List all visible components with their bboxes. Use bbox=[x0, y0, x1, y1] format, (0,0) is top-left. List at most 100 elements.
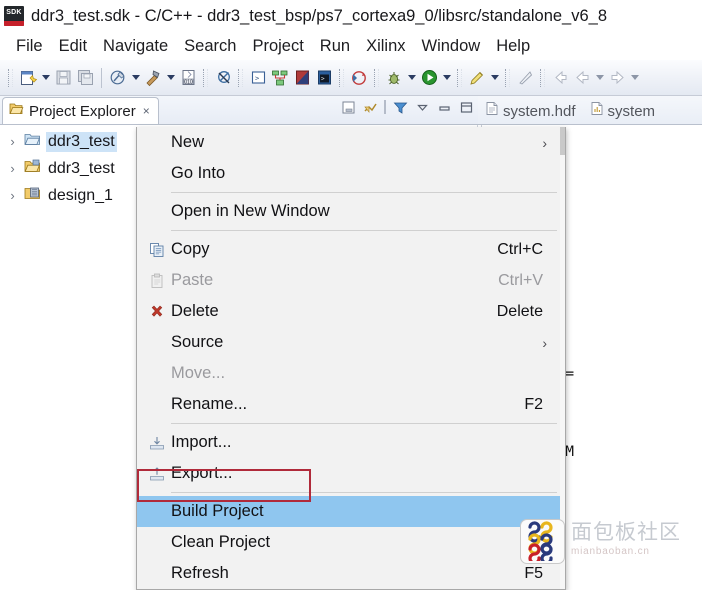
annotation-icon[interactable] bbox=[466, 67, 488, 89]
project-context-menu[interactable]: New › Go Into Open in New Window Copy Ct… bbox=[136, 127, 566, 590]
save-icon[interactable] bbox=[52, 67, 74, 89]
terminal-icon[interactable]: > bbox=[247, 67, 269, 89]
menu-item-label: Go Into bbox=[171, 164, 226, 182]
menu-item-label: Delete bbox=[171, 302, 219, 320]
refresh-icon[interactable] bbox=[348, 67, 370, 89]
filter-icon[interactable] bbox=[392, 99, 408, 115]
link-with-editor-icon[interactable] bbox=[362, 99, 378, 115]
menu-item-new[interactable]: New › bbox=[137, 127, 565, 158]
forward-nav-icon[interactable] bbox=[606, 67, 628, 89]
sdk-app-icon: SDK bbox=[4, 6, 24, 26]
expand-arrow-icon[interactable]: › bbox=[6, 161, 19, 176]
menu-item-label: Paste bbox=[171, 271, 214, 289]
forward-nav-dropdown-arrow[interactable] bbox=[628, 67, 641, 89]
menu-item-label: Rename... bbox=[171, 395, 248, 413]
toolbar-grip-8[interactable] bbox=[540, 68, 545, 87]
toolbar-grip-6[interactable] bbox=[457, 68, 462, 87]
menu-file[interactable]: File bbox=[8, 37, 51, 56]
project-explorer-tab-row: Project Explorer × bbox=[0, 96, 478, 125]
menu-item-label: Move... bbox=[171, 364, 226, 382]
submenu-chevron-icon: › bbox=[542, 334, 547, 351]
toolbar-grip-4[interactable] bbox=[339, 68, 344, 87]
menu-item-export[interactable]: Export... bbox=[137, 458, 565, 489]
menu-search[interactable]: Search bbox=[176, 37, 244, 56]
menu-item-refresh[interactable]: Refresh F5 bbox=[137, 558, 565, 589]
xsct-console-icon[interactable]: > bbox=[313, 67, 335, 89]
toolbar-grip-2[interactable] bbox=[203, 68, 208, 87]
editor-tab-system[interactable]: system bbox=[583, 98, 663, 124]
menu-item-source[interactable]: Source › bbox=[137, 327, 565, 358]
save-all-icon[interactable] bbox=[74, 67, 96, 89]
back-icon[interactable] bbox=[549, 67, 571, 89]
menu-item-go-into[interactable]: Go Into bbox=[137, 158, 565, 189]
sdk-app-icon-text: SDK bbox=[6, 9, 22, 16]
run-dropdown-arrow[interactable] bbox=[440, 67, 453, 89]
menu-item-rename[interactable]: Rename... F2 bbox=[137, 389, 565, 420]
context-menu-scrollbar[interactable] bbox=[560, 127, 565, 589]
hw-platform-icon bbox=[24, 185, 41, 206]
menu-run[interactable]: Run bbox=[312, 37, 358, 56]
menu-item-shortcut: Ctrl+V bbox=[498, 271, 543, 289]
svg-text:010: 010 bbox=[184, 79, 193, 85]
build-all-dropdown-arrow[interactable] bbox=[129, 67, 142, 89]
run-icon[interactable] bbox=[418, 67, 440, 89]
copy-icon bbox=[143, 242, 171, 258]
menu-item-label: Clean Project bbox=[171, 533, 271, 551]
editor-tab-system-hdf[interactable]: system.hdf bbox=[478, 98, 583, 124]
repository-icon[interactable] bbox=[269, 67, 291, 89]
new-dropdown-arrow[interactable] bbox=[39, 67, 52, 89]
menu-item-delete[interactable]: Delete Delete bbox=[137, 296, 565, 327]
menu-item-clean-project[interactable]: Clean Project bbox=[137, 527, 565, 558]
disconnect-icon[interactable] bbox=[212, 67, 234, 89]
project-explorer-toolbar bbox=[340, 99, 474, 115]
expand-arrow-icon[interactable]: › bbox=[6, 188, 19, 203]
svg-text:>: > bbox=[321, 76, 325, 83]
menu-separator bbox=[171, 423, 557, 424]
menu-item-build-project[interactable]: Build Project bbox=[137, 496, 565, 527]
minimize-icon[interactable] bbox=[436, 99, 452, 115]
paste-icon bbox=[143, 273, 171, 289]
menu-item-copy[interactable]: Copy Ctrl+C bbox=[137, 234, 565, 265]
toolbar-grip[interactable] bbox=[8, 68, 13, 87]
back-nav-icon[interactable] bbox=[571, 67, 593, 89]
build-all-icon[interactable] bbox=[107, 67, 129, 89]
menu-edit[interactable]: Edit bbox=[51, 37, 95, 56]
window-title: ddr3_test.sdk - C/C++ - ddr3_test_bsp/ps… bbox=[31, 6, 608, 25]
tab-project-explorer[interactable]: Project Explorer × bbox=[2, 97, 159, 124]
editor-tab-label: system bbox=[607, 102, 656, 120]
expand-arrow-icon[interactable]: › bbox=[6, 134, 19, 149]
toolbar-grip-7[interactable] bbox=[505, 68, 510, 87]
menu-navigate[interactable]: Navigate bbox=[95, 37, 176, 56]
back-nav-dropdown-arrow[interactable] bbox=[593, 67, 606, 89]
close-icon[interactable]: × bbox=[143, 104, 150, 118]
editor-tab-label: system.hdf bbox=[503, 102, 576, 120]
menu-item-open-in-new-window[interactable]: Open in New Window bbox=[137, 196, 565, 227]
ruler-icon[interactable] bbox=[514, 67, 536, 89]
debug-icon[interactable] bbox=[383, 67, 405, 89]
new-icon[interactable] bbox=[17, 67, 39, 89]
menu-item-import[interactable]: Import... bbox=[137, 427, 565, 458]
collapse-all-icon[interactable] bbox=[340, 99, 356, 115]
toolbar-grip-3[interactable] bbox=[238, 68, 243, 87]
maximize-icon[interactable] bbox=[458, 99, 474, 115]
menu-help[interactable]: Help bbox=[488, 37, 538, 56]
toolbar-separator-1 bbox=[101, 67, 102, 88]
program-fpga-icon[interactable] bbox=[291, 67, 313, 89]
hdf-file-icon bbox=[485, 101, 499, 121]
sdk-app-icon-accent bbox=[4, 21, 24, 26]
menu-item-label: Export... bbox=[171, 464, 233, 482]
toolbar-grip-5[interactable] bbox=[374, 68, 379, 87]
menu-window[interactable]: Window bbox=[414, 37, 489, 56]
build-hammer-icon[interactable] bbox=[142, 67, 164, 89]
menu-project[interactable]: Project bbox=[244, 37, 311, 56]
build-dropdown-arrow[interactable] bbox=[164, 67, 177, 89]
view-menu-icon[interactable] bbox=[414, 99, 430, 115]
debug-dropdown-arrow[interactable] bbox=[405, 67, 418, 89]
editor-tab-row: system.hdf system bbox=[478, 96, 702, 125]
menu-xilinx[interactable]: Xilinx bbox=[358, 37, 413, 56]
delete-icon bbox=[143, 304, 171, 320]
program-flash-icon[interactable]: 010 bbox=[177, 67, 199, 89]
menu-separator bbox=[171, 192, 557, 193]
annotation-dropdown-arrow[interactable] bbox=[488, 67, 501, 89]
menu-item-paste: Paste Ctrl+V bbox=[137, 265, 565, 296]
